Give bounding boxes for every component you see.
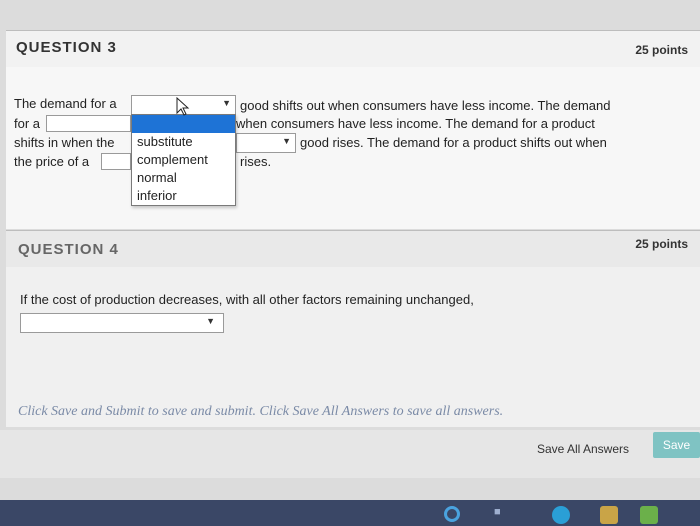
question-3-title: QUESTION 3 — [16, 39, 117, 56]
dropdown-highlighted-item[interactable] — [132, 115, 235, 133]
q3-line1-end: good shifts out when consumers have less… — [240, 98, 611, 113]
taskbar-app-icon[interactable]: ■ — [494, 506, 512, 524]
taskbar: ■ — [0, 500, 700, 526]
taskbar-app-icon[interactable] — [552, 506, 570, 524]
dropdown-option-inferior[interactable]: inferior — [132, 187, 235, 205]
dropdown-option-substitute[interactable]: substitute — [132, 133, 235, 151]
taskbar-app-icon[interactable] — [444, 506, 460, 522]
question-3-header: QUESTION 3 25 points — [6, 30, 700, 68]
q3-line2-end: when consumers have less income. The dem… — [236, 116, 595, 131]
q3-line4-start: the price of a — [14, 154, 90, 169]
save-all-answers-button[interactable]: Save All Answers — [526, 438, 640, 460]
q3-line3-start: shifts in when the — [14, 135, 115, 150]
q3-line3-end: good rises. The demand for a product shi… — [300, 135, 607, 150]
dropdown-option-normal[interactable]: normal — [132, 169, 235, 187]
q3-line4-end: rises. — [240, 154, 272, 169]
q3-blank-3-select[interactable]: ▼ — [236, 133, 296, 153]
question-3-points: 25 points — [635, 43, 688, 57]
chevron-down-icon: ▼ — [222, 98, 231, 108]
q3-blank-2-select[interactable] — [46, 115, 131, 132]
q3-dropdown-list[interactable]: substitute complement normal inferior — [131, 114, 236, 206]
q4-answer-select[interactable]: ▼ — [20, 313, 224, 333]
chevron-down-icon: ▼ — [282, 136, 291, 146]
question-4-title: QUESTION 4 — [18, 241, 119, 258]
taskbar-app-icon[interactable] — [640, 506, 658, 524]
question-4-points: 25 points — [635, 237, 688, 251]
question-4-prompt: If the cost of production decreases, wit… — [20, 292, 474, 307]
question-4-header: QUESTION 4 25 points — [6, 230, 700, 268]
chevron-down-icon: ▼ — [206, 316, 215, 326]
taskbar-app-icon[interactable] — [600, 506, 618, 524]
q3-line1-start: The demand for a — [14, 96, 117, 111]
q3-blank-4-select[interactable] — [101, 153, 131, 170]
q3-line2-start: for a — [14, 116, 41, 131]
dropdown-option-complement[interactable]: complement — [132, 151, 235, 169]
save-instructions: Click Save and Submit to save and submit… — [18, 404, 504, 419]
mouse-cursor-icon — [176, 97, 190, 116]
question-4-body — [6, 267, 700, 427]
save-and-submit-button[interactable]: Save — [653, 432, 700, 458]
